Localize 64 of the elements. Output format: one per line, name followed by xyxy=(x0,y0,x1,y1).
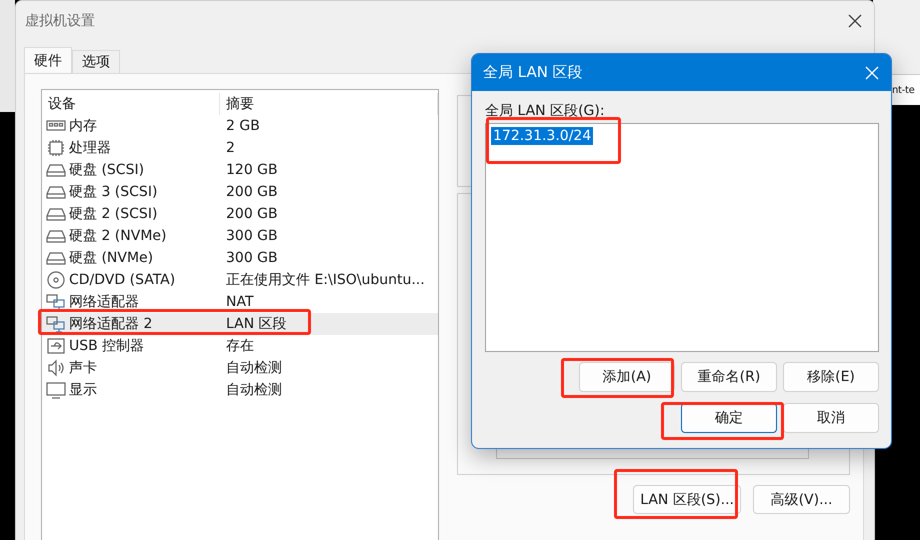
device-summary: 300 GB xyxy=(225,250,279,266)
device-summary: 200 GB xyxy=(225,206,279,222)
device-name: 网络适配器 2 xyxy=(69,315,152,333)
close-icon[interactable] xyxy=(848,14,862,28)
device-row[interactable]: USB 控制器 存在 xyxy=(42,335,438,357)
usb-icon xyxy=(46,337,66,355)
list-label: 全局 LAN 区段(G): xyxy=(485,102,606,120)
device-name: 声卡 xyxy=(69,359,97,377)
device-row[interactable]: 显示 自动检测 xyxy=(42,379,438,401)
monitor-icon xyxy=(46,381,66,399)
device-row[interactable]: 处理器 2 xyxy=(42,137,438,159)
network-icon xyxy=(46,293,66,311)
device-name: 显示 xyxy=(69,381,97,399)
device-row[interactable]: 硬盘 (NVMe) 300 GB xyxy=(42,247,438,269)
window-button[interactable]: LAN 区段(S)... xyxy=(633,485,741,514)
device-name: 网络适配器 xyxy=(69,293,139,311)
device-name: 处理器 xyxy=(69,139,111,157)
device-summary: LAN 区段 xyxy=(225,315,288,333)
device-name: 内存 xyxy=(69,117,97,135)
segment-list[interactable]: 172.31.3.0/24 xyxy=(485,123,879,352)
device-summary: 自动检测 xyxy=(225,359,283,377)
device-summary: NAT xyxy=(225,294,255,310)
device-row[interactable]: CD/DVD (SATA) 正在使用文件 E:\ISO\ubuntu... xyxy=(42,269,438,291)
window-title: 虚拟机设置 xyxy=(25,12,95,30)
tab-text: nt-te xyxy=(892,84,914,96)
device-row[interactable]: 硬盘 2 (NVMe) 300 GB xyxy=(42,225,438,247)
column-header[interactable]: 摘要 xyxy=(220,93,438,115)
device-row[interactable]: 声卡 自动检测 xyxy=(42,357,438,379)
device-summary: 300 GB xyxy=(225,228,279,244)
window-button[interactable]: 高级(V)... xyxy=(753,485,850,514)
dialog-button[interactable]: 确定 xyxy=(681,403,777,433)
device-name: 硬盘 2 (NVMe) xyxy=(69,227,166,245)
dialog-button[interactable]: 重命名(R) xyxy=(681,362,777,392)
device-name: CD/DVD (SATA) xyxy=(69,272,176,288)
dialog-title: 全局 LAN 区段 xyxy=(483,63,583,82)
disc-icon xyxy=(46,271,66,289)
device-row[interactable]: 内存 2 GB xyxy=(42,115,438,137)
segment-item[interactable]: 172.31.3.0/24 xyxy=(491,127,594,145)
device-name: 硬盘 3 (SCSI) xyxy=(69,183,158,201)
device-summary: 2 GB xyxy=(225,118,261,134)
dialog-button[interactable]: 取消 xyxy=(783,403,879,433)
device-name: 硬盘 2 (SCSI) xyxy=(69,205,158,223)
device-row[interactable]: 硬盘 (SCSI) 120 GB xyxy=(42,159,438,181)
dialog-button[interactable]: 移除(E) xyxy=(783,362,879,392)
column-header[interactable]: 设备 xyxy=(42,93,220,115)
processor-icon xyxy=(46,139,66,157)
device-name: 硬盘 (NVMe) xyxy=(69,249,154,267)
device-row[interactable]: 网络适配器 2 LAN 区段 xyxy=(42,313,438,335)
device-summary: 2 xyxy=(225,140,236,156)
device-summary: 自动检测 xyxy=(225,381,283,399)
tab[interactable]: 选项 xyxy=(72,50,120,73)
dialog-button[interactable]: 添加(A) xyxy=(579,362,675,392)
device-summary: 存在 xyxy=(225,337,255,355)
speaker-icon xyxy=(46,359,66,377)
device-name: USB 控制器 xyxy=(69,337,144,355)
device-row[interactable]: 网络适配器 NAT xyxy=(42,291,438,313)
tab[interactable]: 硬件 xyxy=(24,47,72,73)
device-summary: 120 GB xyxy=(225,162,279,178)
device-name: 硬盘 (SCSI) xyxy=(69,161,144,179)
network-icon xyxy=(46,315,66,333)
device-summary: 200 GB xyxy=(225,184,279,200)
device-row[interactable]: 硬盘 3 (SCSI) 200 GB xyxy=(42,181,438,203)
device-summary: 正在使用文件 E:\ISO\ubuntu... xyxy=(225,271,426,289)
device-row[interactable]: 硬盘 2 (SCSI) 200 GB xyxy=(42,203,438,225)
